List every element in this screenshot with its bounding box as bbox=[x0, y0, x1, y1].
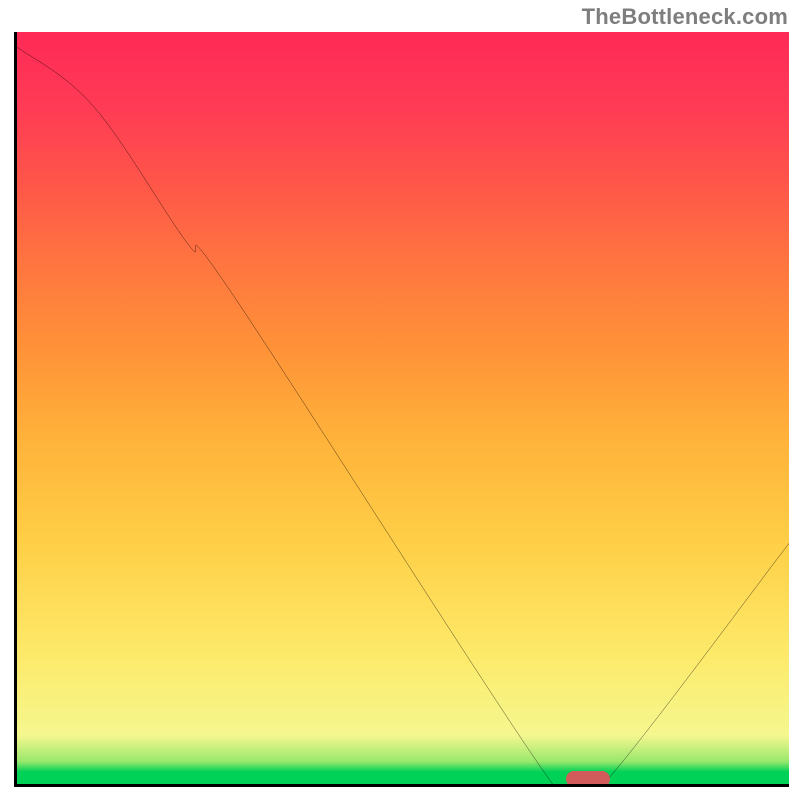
optimal-marker bbox=[566, 771, 610, 787]
watermark-text: TheBottleneck.com bbox=[582, 4, 788, 30]
bottleneck-curve bbox=[17, 32, 789, 784]
chart-container: TheBottleneck.com bbox=[0, 0, 800, 800]
plot-area bbox=[14, 32, 789, 787]
